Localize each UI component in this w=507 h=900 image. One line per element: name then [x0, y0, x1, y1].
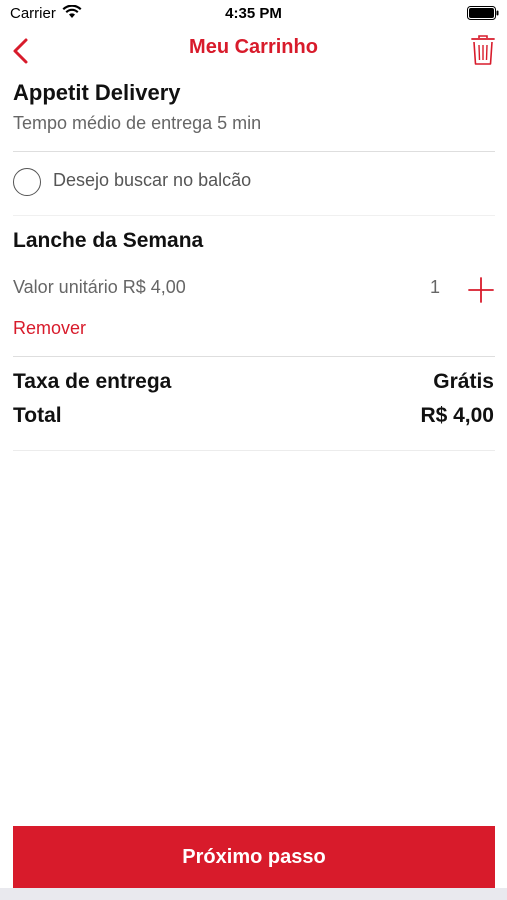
next-step-button[interactable]: Próximo passo [13, 826, 495, 888]
store-name: Appetit Delivery [13, 80, 181, 105]
delivery-fee-value: Grátis [433, 370, 494, 393]
divider [13, 151, 495, 152]
clock: 4:35 PM [225, 5, 282, 22]
remove-item-link[interactable]: Remover [13, 318, 86, 339]
pickup-label: Desejo buscar no balcão [53, 170, 252, 190]
divider [13, 215, 495, 216]
trash-icon [471, 35, 495, 65]
nav-bar: Meu Carrinho [0, 28, 507, 72]
increase-quantity-button[interactable] [467, 276, 495, 304]
divider [13, 450, 495, 451]
page-title: Meu Carrinho [189, 36, 318, 58]
pickup-radio[interactable] [13, 168, 41, 196]
pickup-option[interactable]: Desejo buscar no balcão [13, 166, 495, 198]
item-name: Lanche da Semana [13, 229, 204, 252]
bottom-strip [0, 888, 507, 900]
battery-icon [467, 6, 499, 20]
delivery-fee-label: Taxa de entrega [13, 370, 172, 393]
status-bar: Carrier 4:35 PM [0, 0, 507, 28]
item-unit-price: Valor unitário R$ 4,00 [13, 277, 186, 297]
item-quantity: 1 [430, 277, 441, 297]
total-label: Total [13, 404, 62, 427]
plus-icon [468, 277, 494, 303]
delivery-eta: Tempo médio de entrega 5 min [13, 113, 262, 133]
clear-cart-button[interactable] [469, 34, 497, 66]
total-value: R$ 4,00 [420, 404, 494, 427]
divider [13, 356, 495, 357]
